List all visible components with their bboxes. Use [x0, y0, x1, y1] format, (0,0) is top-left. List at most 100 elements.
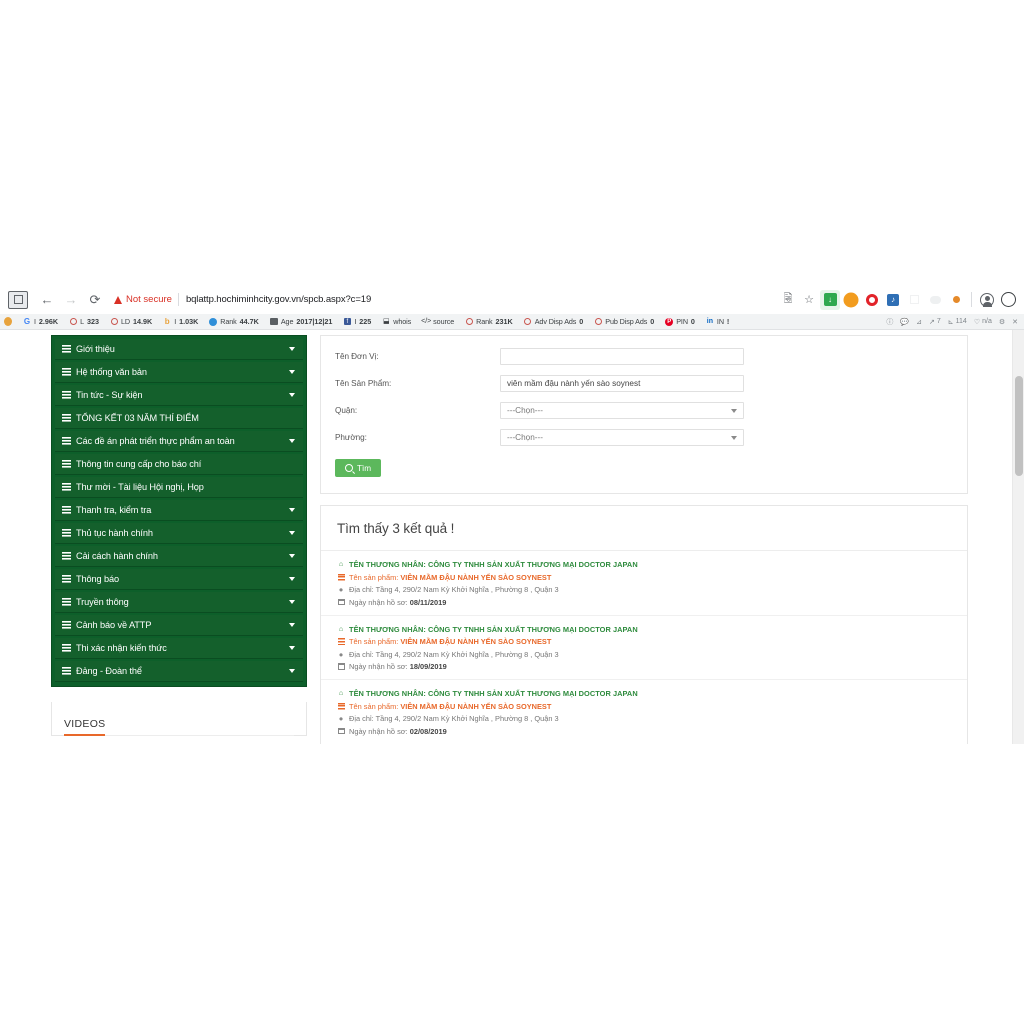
seo-extension-icon[interactable] [841, 290, 861, 310]
sidebar-item-5[interactable]: Thông tin cung cấp cho báo chí [55, 454, 303, 475]
sidebar-item-11[interactable]: Truyền thông [55, 592, 303, 613]
input-ten-san-pham[interactable] [500, 375, 744, 392]
result-item[interactable]: ⌂ TÊN THƯƠNG NHÂN: CÔNG TY TNHH SẢN XUẤT … [321, 680, 967, 744]
chevron-down-icon [289, 623, 295, 627]
chevron-down-icon [289, 600, 295, 604]
sidebar-item-label: Tin tức - Sự kiện [76, 390, 143, 400]
info-icon[interactable]: ⓘ [886, 317, 893, 327]
sidebar-item-10[interactable]: Thông báo [55, 569, 303, 590]
bookmark-item[interactable] [4, 317, 12, 326]
label-phuong: Phường: [335, 433, 367, 442]
result-address-line: ● Địa chỉ: Tầng 4, 290/2 Nam Kỳ Khởi Nghĩ… [337, 585, 951, 594]
list-icon [337, 573, 345, 582]
bookmark-item[interactable]: P PIN 0 [665, 317, 695, 326]
back-button[interactable]: ← [36, 289, 58, 311]
address-bar[interactable]: Not secure bqlattp.hochiminhcity.gov.vn/… [114, 289, 772, 310]
result-product-prefix: Tên sản phẩm: [349, 637, 399, 646]
result-date-line: Ngày nhận hồ sơ: 02/08/2019 [337, 727, 951, 736]
menu-circle-icon[interactable] [998, 290, 1018, 310]
bookmark-value: 2.96K [38, 317, 59, 326]
result-date-line: Ngày nhận hồ sơ: 18/09/2019 [337, 662, 951, 671]
bookmark-label: IN [716, 317, 724, 326]
shield-icon[interactable]: ♡ n/a [974, 318, 992, 326]
comment-icon[interactable]: 💬 [900, 318, 909, 326]
sidebar-item-2[interactable]: Tin tức - Sự kiện [55, 385, 303, 406]
bookmark-label: I [354, 317, 357, 326]
bing-b-icon: b [164, 316, 170, 326]
alexa-circle-icon [209, 317, 218, 326]
sidebar-item-label: Cảnh báo về ATTP [76, 620, 152, 630]
bookmark-item[interactable]: Age 2017|12|21 [270, 317, 332, 326]
bookmark-item[interactable]: Rank 231K [465, 317, 513, 326]
videos-widget: VIDEOS [51, 702, 307, 736]
bookmark-label: Rank [476, 317, 493, 326]
forward-button[interactable]: → [60, 289, 82, 311]
input-ten-don-vi[interactable] [500, 348, 744, 365]
sidebar-item-0[interactable]: Giới thiệu [55, 339, 303, 360]
select-phuong[interactable]: ---Chọn--- [500, 429, 744, 446]
bookmark-star-icon[interactable]: ☆ [799, 290, 819, 310]
sidebar-menu: Giới thiệu Hệ thống văn bản Tin tức - Sự k… [51, 335, 307, 687]
sidebar-item-13[interactable]: Thi xác nhận kiến thức [55, 638, 303, 659]
sidebar-item-8[interactable]: Thủ tục hành chính [55, 523, 303, 544]
bookmark-item[interactable]: G I 2.96K [23, 317, 58, 326]
sidebar-item-6[interactable]: Thư mời - Tài liệu Hội nghị, Họp [55, 477, 303, 498]
bookmark-item[interactable]: L 323 [69, 317, 99, 326]
location-pin-icon: ● [338, 649, 344, 659]
select-phuong-value: ---Chọn--- [507, 433, 543, 442]
seo-toolbar-right: ⓘ 💬 ⊿ ↗ 7 ⊾ 114 ♡ n/a ⚙ ✕ [886, 317, 1020, 327]
chevron-down-icon [289, 577, 295, 581]
close-icon[interactable]: ✕ [1012, 318, 1018, 326]
sidebar-item-7[interactable]: Thanh tra, kiểm tra [55, 500, 303, 521]
sidebar-item-14[interactable]: Đảng - Đoàn thể [55, 661, 303, 682]
result-address-line: ● Địa chỉ: Tầng 4, 290/2 Nam Kỳ Khởi Nghĩ… [337, 650, 951, 659]
bookmark-item[interactable]: Adv Disp Ads 0 [524, 317, 583, 326]
sidebar-item-4[interactable]: Các đề án phát triển thực phẩm an toàn [55, 431, 303, 452]
label-ten-san-pham: Tên Sản Phẩm: [335, 379, 392, 388]
tab-search-icon[interactable] [8, 290, 28, 309]
flag-extension-icon[interactable] [904, 290, 924, 310]
sidebar-item-1[interactable]: Hệ thống văn bản [55, 362, 303, 383]
result-product-prefix: Tên sản phẩm: [349, 572, 399, 582]
search-button[interactable]: Tìm [335, 459, 382, 477]
cloud-extension-icon[interactable] [925, 290, 945, 310]
sidebar-item-label: Thi xác nhận kiến thức [76, 643, 167, 653]
bookmark-item[interactable]: f I 225 [343, 317, 371, 326]
download-extension-icon[interactable]: ↓ [820, 289, 840, 310]
sidebar-item-9[interactable]: Cải cách hành chính [55, 546, 303, 567]
bookmark-label: L [80, 317, 84, 326]
warning-triangle-icon [114, 295, 122, 304]
ring-red-icon [69, 318, 77, 326]
bookmark-item[interactable]: ⬓ whois [382, 317, 411, 326]
bookmark-label: LD [121, 317, 130, 326]
blue-extension-icon[interactable]: ♪ [883, 290, 903, 310]
vertical-scrollbar[interactable] [1012, 330, 1024, 744]
bookmark-item[interactable]: Pub Disp Ads 0 [594, 317, 654, 326]
bookmark-item[interactable]: </> source [421, 317, 454, 326]
result-merchant-prefix: TÊN THƯƠNG NHÂN: [349, 624, 426, 634]
gear-icon[interactable]: ⚙ [999, 318, 1005, 326]
link-icon[interactable]: ↗ 7 [929, 318, 941, 326]
profile-avatar-icon[interactable] [977, 290, 997, 310]
reload-button[interactable]: ⟳ [84, 289, 106, 311]
bookmark-item[interactable]: b I 1.03K [163, 316, 199, 326]
result-merchant-line: ⌂ TÊN THƯƠNG NHÂN: CÔNG TY TNHH SẢN XUẤT … [337, 689, 951, 698]
result-date: 08/11/2019 [409, 597, 447, 607]
sidebar-item-12[interactable]: Cảnh báo về ATTP [55, 615, 303, 636]
bookmark-item[interactable]: in IN ! [706, 317, 730, 326]
select-quan[interactable]: ---Chọn--- [500, 402, 744, 419]
link-count: 7 [936, 318, 941, 325]
bookmark-item[interactable]: LD 14.9K [110, 317, 152, 326]
chart-icon[interactable]: ⊿ [916, 318, 922, 326]
sidebar-item-3[interactable]: TỔNG KẾT 03 NĂM THÍ ĐIỂM [55, 408, 303, 429]
bar-icon[interactable]: ⊾ 114 [948, 318, 967, 326]
result-item[interactable]: ⌂ TÊN THƯƠNG NHÂN: CÔNG TY TNHH SẢN XUẤT … [321, 616, 967, 680]
opera-extension-icon[interactable] [862, 290, 882, 310]
translate-icon[interactable]: 🗟 [778, 290, 798, 310]
scrollbar-thumb[interactable] [1014, 376, 1023, 476]
dot-extension-icon[interactable] [946, 290, 966, 310]
form-row-phuong: Phường: ---Chọn--- [335, 429, 953, 446]
list-icon [62, 460, 71, 468]
bookmark-item[interactable]: Rank 44.7K [209, 317, 259, 326]
result-item[interactable]: ⌂ TÊN THƯƠNG NHÂN: CÔNG TY TNHH SẢN XUẤT … [321, 551, 967, 616]
